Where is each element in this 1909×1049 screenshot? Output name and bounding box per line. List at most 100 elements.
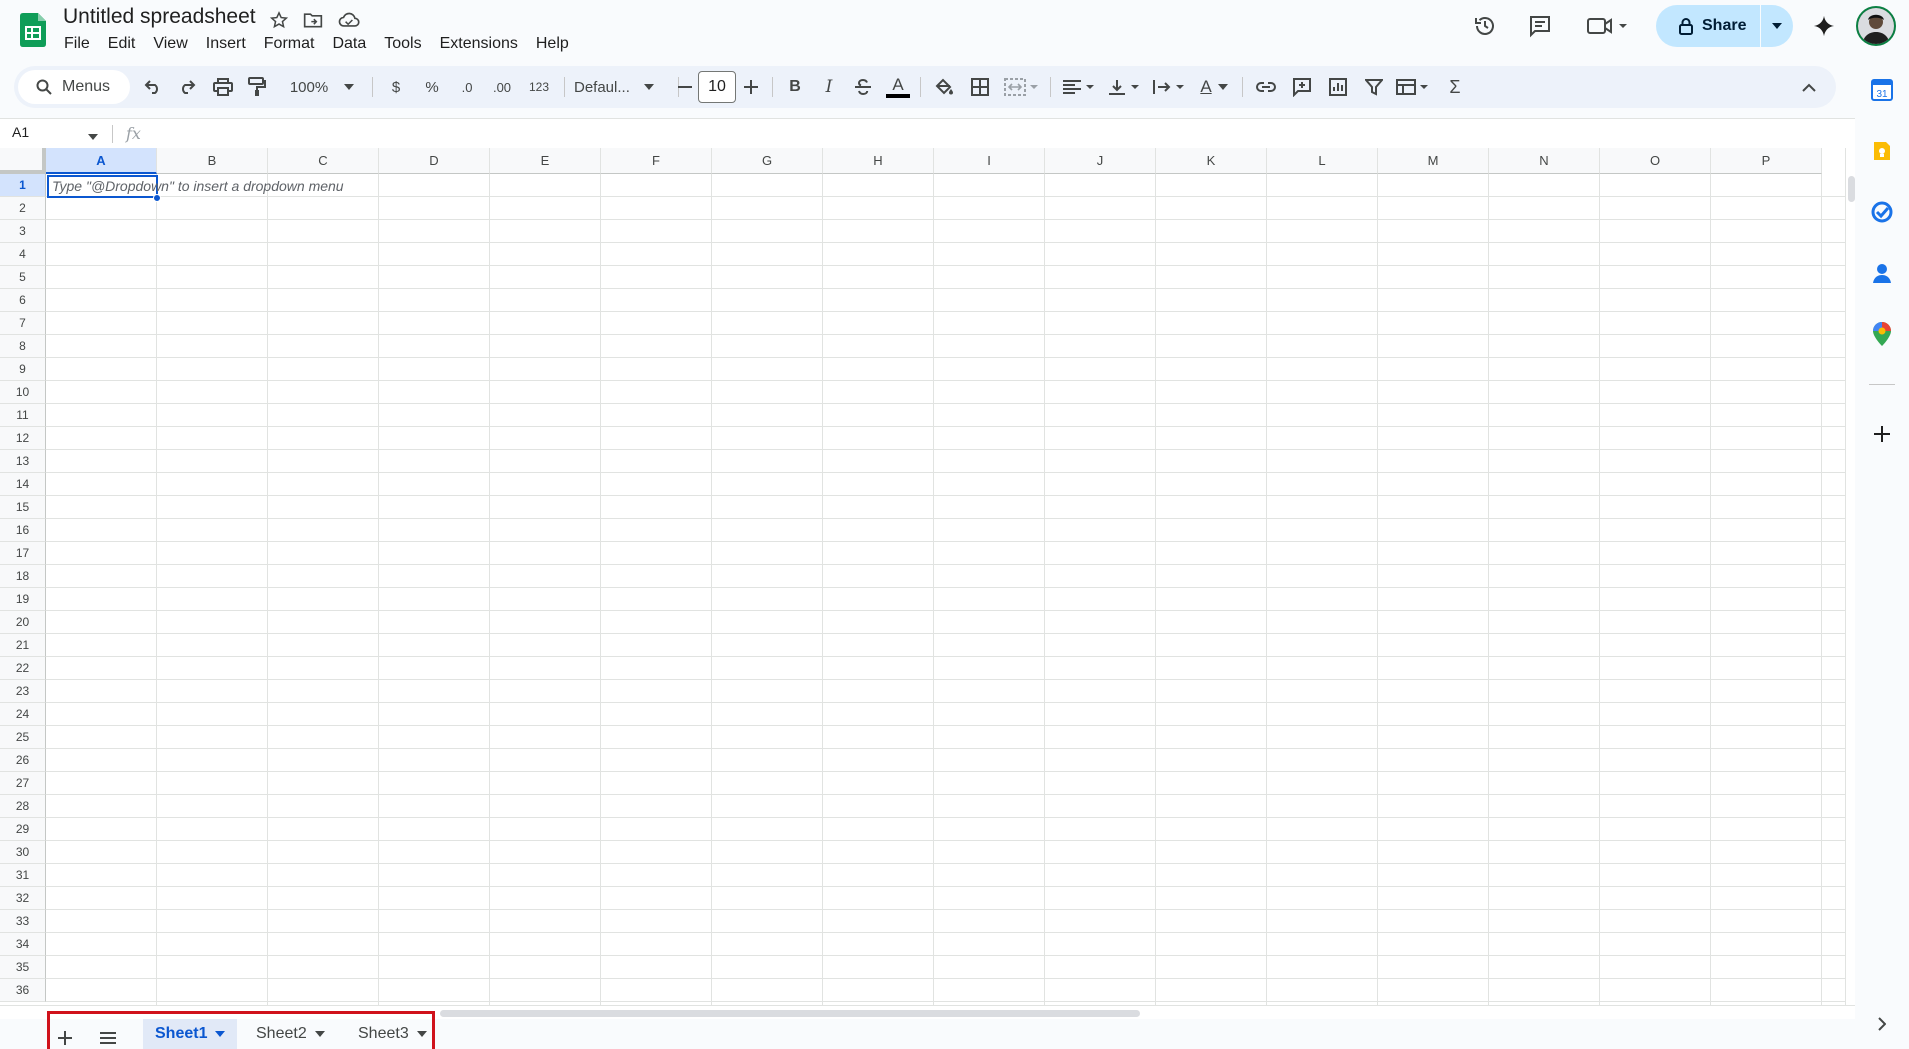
- maps-icon[interactable]: [1868, 320, 1896, 348]
- fill-color-icon[interactable]: [930, 74, 958, 100]
- menu-insert[interactable]: Insert: [206, 33, 255, 55]
- row-header[interactable]: 23: [0, 680, 46, 703]
- column-header[interactable]: L: [1267, 148, 1378, 174]
- row-header[interactable]: 7: [0, 312, 46, 335]
- print-icon[interactable]: [210, 74, 236, 100]
- row-header[interactable]: 13: [0, 450, 46, 473]
- column-header[interactable]: C: [268, 148, 379, 174]
- tasks-icon[interactable]: [1868, 198, 1896, 226]
- column-header[interactable]: J: [1045, 148, 1156, 174]
- vertical-align-icon[interactable]: [1106, 74, 1146, 100]
- row-header[interactable]: 3: [0, 220, 46, 243]
- column-header[interactable]: I: [934, 148, 1045, 174]
- font-size-input[interactable]: 10: [698, 71, 736, 103]
- row-header[interactable]: 18: [0, 565, 46, 588]
- menu-help[interactable]: Help: [536, 33, 578, 55]
- menu-tools[interactable]: Tools: [384, 33, 430, 55]
- row-header[interactable]: 36: [0, 979, 46, 1002]
- column-header[interactable]: M: [1378, 148, 1489, 174]
- move-folder-icon[interactable]: [302, 9, 324, 31]
- share-main-button[interactable]: Share: [1656, 5, 1761, 47]
- row-header[interactable]: 21: [0, 634, 46, 657]
- column-header[interactable]: N: [1489, 148, 1600, 174]
- row-header[interactable]: 31: [0, 864, 46, 887]
- row-header[interactable]: 22: [0, 657, 46, 680]
- text-color-button[interactable]: A: [884, 74, 912, 100]
- increase-decimal-button[interactable]: .00: [486, 74, 518, 100]
- add-addon-icon[interactable]: [1868, 420, 1896, 448]
- comments-icon[interactable]: [1524, 10, 1556, 42]
- vertical-scrollbar[interactable]: [1845, 148, 1855, 1005]
- sheets-logo-icon[interactable]: [20, 13, 46, 47]
- column-header[interactable]: O: [1600, 148, 1711, 174]
- borders-icon[interactable]: [966, 74, 994, 100]
- row-header[interactable]: 28: [0, 795, 46, 818]
- column-header[interactable]: A: [46, 148, 157, 174]
- menu-data[interactable]: Data: [332, 33, 375, 55]
- avatar[interactable]: [1856, 6, 1896, 46]
- filter-views-icon[interactable]: [1394, 74, 1434, 100]
- zoom-select[interactable]: 100%: [282, 74, 362, 100]
- strikethrough-icon[interactable]: [850, 74, 876, 100]
- row-header[interactable]: 11: [0, 404, 46, 427]
- column-header[interactable]: D: [379, 148, 490, 174]
- text-rotation-button[interactable]: A: [1194, 74, 1234, 100]
- document-title[interactable]: Untitled spreadsheet: [63, 5, 256, 29]
- row-header[interactable]: 25: [0, 726, 46, 749]
- paint-format-icon[interactable]: [244, 74, 270, 100]
- row-header[interactable]: 4: [0, 243, 46, 266]
- functions-button[interactable]: Σ: [1442, 74, 1468, 100]
- row-header[interactable]: 6: [0, 289, 46, 312]
- select-all-corner[interactable]: [0, 148, 46, 174]
- column-header[interactable]: G: [712, 148, 823, 174]
- row-header[interactable]: 29: [0, 818, 46, 841]
- decrease-decimal-button[interactable]: .0: [452, 74, 482, 100]
- menu-format[interactable]: Format: [264, 33, 324, 55]
- text-wrapping-icon[interactable]: [1150, 74, 1190, 100]
- menu-edit[interactable]: Edit: [108, 33, 145, 55]
- row-header[interactable]: 8: [0, 335, 46, 358]
- contacts-icon[interactable]: [1868, 259, 1896, 287]
- row-header[interactable]: 19: [0, 588, 46, 611]
- row-header[interactable]: 17: [0, 542, 46, 565]
- italic-button[interactable]: I: [816, 74, 842, 100]
- row-header[interactable]: 12: [0, 427, 46, 450]
- row-header[interactable]: 30: [0, 841, 46, 864]
- row-header[interactable]: 35: [0, 956, 46, 979]
- vertical-scrollbar-thumb[interactable]: [1848, 176, 1855, 202]
- name-box-chevron-down-icon[interactable]: [88, 127, 98, 145]
- fill-handle[interactable]: [153, 194, 161, 202]
- column-header[interactable]: K: [1156, 148, 1267, 174]
- cell-area[interactable]: [46, 174, 1845, 1005]
- collapse-toolbar-chevron-up-icon[interactable]: [1796, 74, 1822, 100]
- insert-chart-icon[interactable]: [1324, 74, 1352, 100]
- keep-icon[interactable]: [1868, 137, 1896, 165]
- row-header[interactable]: 20: [0, 611, 46, 634]
- number-format-button[interactable]: 123: [522, 74, 556, 100]
- undo-icon[interactable]: [140, 74, 166, 100]
- row-header[interactable]: 5: [0, 266, 46, 289]
- percent-format-button[interactable]: %: [418, 74, 446, 100]
- expand-side-panel-chevron-icon[interactable]: [1868, 1010, 1896, 1038]
- decrease-font-size-icon[interactable]: [674, 74, 696, 100]
- insert-link-icon[interactable]: [1252, 74, 1280, 100]
- bold-button[interactable]: B: [782, 74, 808, 100]
- merge-cells-icon[interactable]: [1002, 74, 1042, 100]
- row-header[interactable]: 16: [0, 519, 46, 542]
- horizontal-scrollbar-thumb[interactable]: [440, 1010, 1140, 1017]
- cloud-saved-icon[interactable]: [338, 9, 360, 31]
- horizontal-align-icon[interactable]: [1060, 74, 1100, 100]
- row-header[interactable]: 15: [0, 496, 46, 519]
- row-header[interactable]: 14: [0, 473, 46, 496]
- row-header[interactable]: 1: [0, 174, 46, 197]
- column-header[interactable]: H: [823, 148, 934, 174]
- row-header[interactable]: 2: [0, 197, 46, 220]
- insert-comment-icon[interactable]: [1288, 74, 1316, 100]
- redo-icon[interactable]: [174, 74, 200, 100]
- gemini-sparkle-icon[interactable]: [1808, 10, 1840, 42]
- row-header[interactable]: 24: [0, 703, 46, 726]
- menu-extensions[interactable]: Extensions: [440, 33, 527, 55]
- row-header[interactable]: 27: [0, 772, 46, 795]
- row-header[interactable]: 9: [0, 358, 46, 381]
- menus-search-button[interactable]: Menus: [18, 70, 130, 104]
